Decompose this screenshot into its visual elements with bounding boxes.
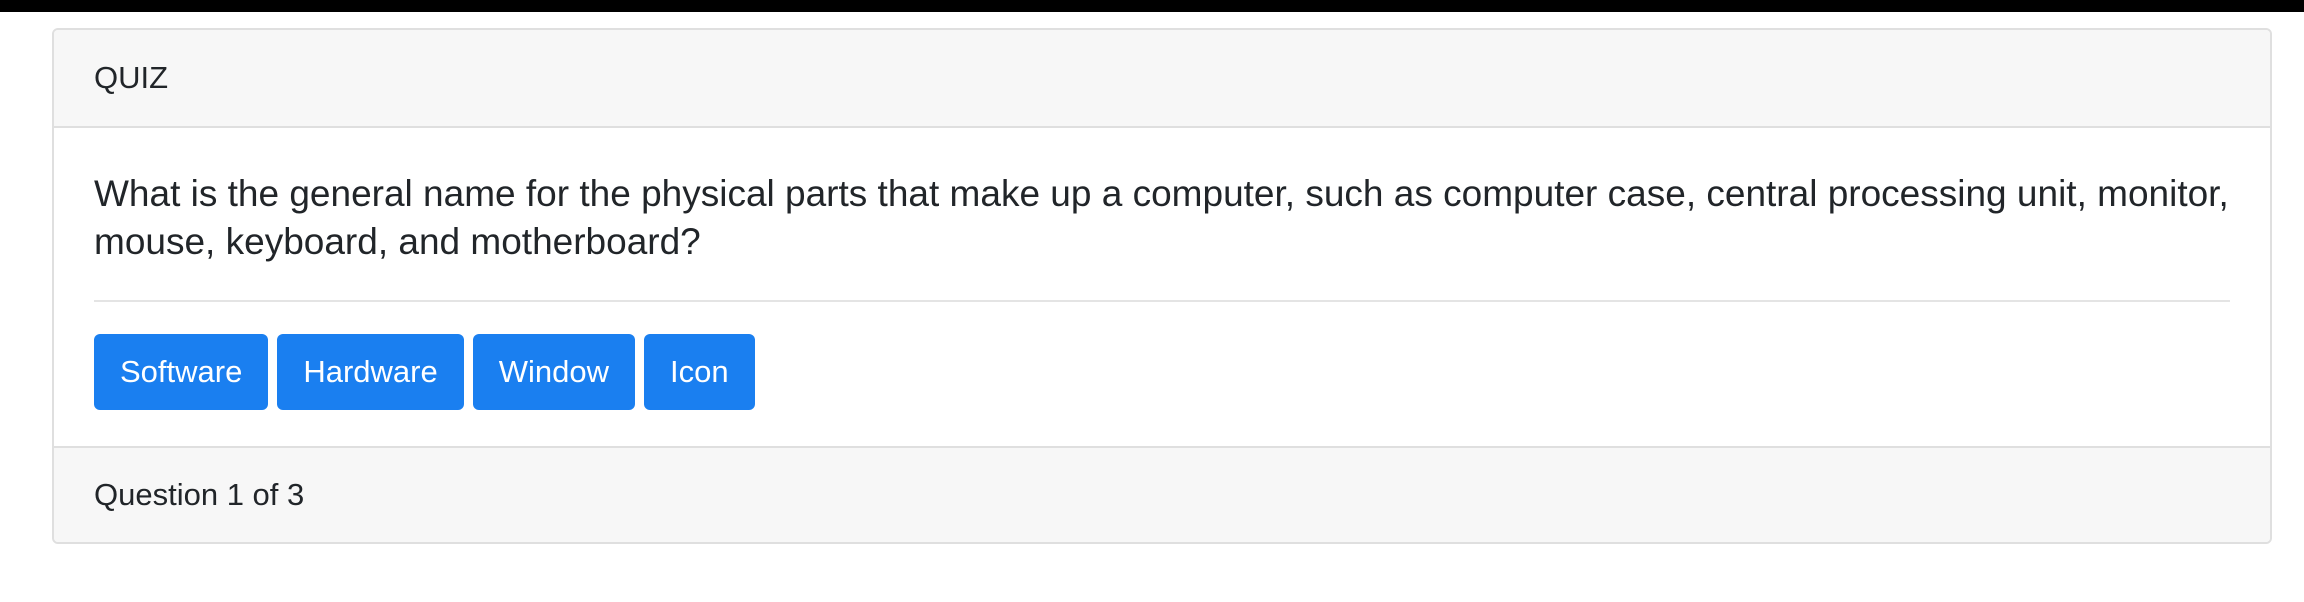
answer-button-software[interactable]: Software <box>94 334 269 410</box>
answer-button-hardware[interactable]: Hardware <box>277 334 464 410</box>
quiz-title: QUIZ <box>94 60 169 95</box>
answer-button-window[interactable]: Window <box>472 334 635 410</box>
question-progress: Question 1 of 3 <box>94 477 305 512</box>
divider <box>94 300 2230 302</box>
card-header: QUIZ <box>54 30 2270 128</box>
question-text: What is the general name for the physica… <box>94 173 2229 262</box>
answer-options: Software Hardware Window Icon <box>94 334 2230 410</box>
quiz-card: QUIZ What is the general name for the ph… <box>52 28 2272 544</box>
top-bar <box>0 0 2304 12</box>
answer-button-icon[interactable]: Icon <box>644 334 755 410</box>
card-body: What is the general name for the physica… <box>54 128 2270 446</box>
card-footer: Question 1 of 3 <box>54 446 2270 542</box>
